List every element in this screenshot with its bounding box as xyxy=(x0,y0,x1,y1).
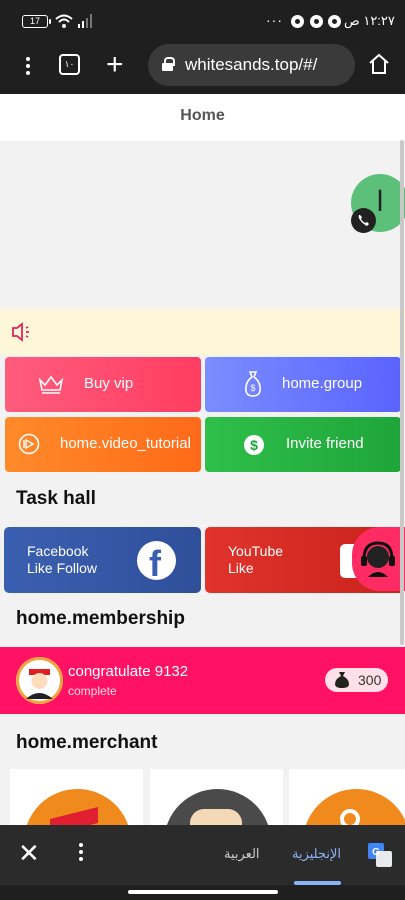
chrome-notification-icon xyxy=(328,15,341,28)
buy-vip-label: Buy vip xyxy=(84,375,134,392)
crown-icon xyxy=(38,375,64,394)
task-title: YouTube xyxy=(228,543,284,559)
group-button[interactable]: $ home.group xyxy=(205,357,401,412)
more-notifications-icon: ··· xyxy=(266,12,283,28)
browser-toolbar: ١٠ + whitesands.top/#/ xyxy=(0,44,405,94)
page-title: Home xyxy=(0,94,405,141)
status-bar: 17 ··· ١٢:٢٧ ص xyxy=(0,0,405,44)
svg-text:$: $ xyxy=(250,383,255,393)
banner-area xyxy=(0,141,405,309)
money-bag-icon: $ xyxy=(245,371,261,397)
new-tab-button[interactable]: + xyxy=(106,48,124,82)
merchant-card[interactable] xyxy=(150,769,283,829)
video-tutorial-button[interactable]: home.video_tutorial xyxy=(5,417,201,472)
clock: ١٢:٢٧ ص xyxy=(344,13,395,28)
translate-bar: ✕ العربية الإنجليزية G xyxy=(0,825,405,885)
customer-support-button[interactable] xyxy=(352,527,405,591)
language-option-arabic[interactable]: العربية xyxy=(224,846,260,862)
play-circle-icon xyxy=(18,433,40,455)
menu-dots-icon[interactable] xyxy=(79,843,85,864)
member-name: congratulate 9132 xyxy=(68,663,189,680)
menu-dots-icon[interactable] xyxy=(20,54,36,84)
address-bar[interactable]: whitesands.top/#/ xyxy=(148,44,355,86)
invite-friend-label: Invite friend xyxy=(286,435,364,452)
invite-friend-button[interactable]: $ Invite friend xyxy=(205,417,401,472)
buy-vip-button[interactable]: Buy vip xyxy=(5,357,201,412)
notice-bar xyxy=(0,309,405,355)
home-icon[interactable] xyxy=(368,53,390,75)
task-title: Facebook xyxy=(27,543,89,559)
speaker-icon xyxy=(12,322,29,342)
phone-icon[interactable] xyxy=(351,208,376,233)
google-translate-icon[interactable]: G xyxy=(368,843,392,867)
merchant-card[interactable] xyxy=(289,769,405,829)
membership-title: home.membership xyxy=(16,608,185,629)
battery-icon: 17 xyxy=(22,15,51,28)
merchant-card[interactable] xyxy=(10,769,143,829)
close-icon[interactable]: ✕ xyxy=(18,838,40,869)
url-text[interactable]: whitesands.top/#/ xyxy=(185,55,317,75)
wifi-icon xyxy=(55,14,73,28)
scrollbar[interactable] xyxy=(400,140,404,645)
lock-icon xyxy=(162,57,175,71)
tab-switcher-button[interactable]: ١٠ xyxy=(59,54,80,75)
facebook-logo-icon: f xyxy=(137,541,176,584)
video-tutorial-label: home.video_tutorial xyxy=(60,435,191,452)
chrome-notification-icon xyxy=(291,15,304,28)
signal-icon xyxy=(78,14,92,28)
language-option-english[interactable]: الإنجليزية xyxy=(292,846,341,862)
task-subtitle: Like xyxy=(228,560,254,576)
headset-agent-icon xyxy=(361,541,395,577)
task-subtitle: Like Follow xyxy=(27,560,98,576)
avatar xyxy=(16,657,63,704)
home-gesture-handle[interactable] xyxy=(128,890,278,894)
svg-text:$: $ xyxy=(250,437,258,453)
member-status: complete xyxy=(68,684,117,698)
svg-text:G: G xyxy=(372,847,380,858)
system-nav-bar xyxy=(0,885,405,900)
reward-badge: 300 xyxy=(325,668,388,692)
group-label: home.group xyxy=(282,375,363,392)
task-hall-title: Task hall xyxy=(16,488,96,509)
chrome-notification-icon xyxy=(310,15,323,28)
reward-amount: 300 xyxy=(358,672,382,688)
merchant-title: home.merchant xyxy=(16,732,158,753)
money-bag-icon xyxy=(335,672,349,688)
facebook-task-card[interactable]: Facebook Like Follow f xyxy=(4,527,201,593)
dollar-circle-icon: $ xyxy=(244,435,264,455)
